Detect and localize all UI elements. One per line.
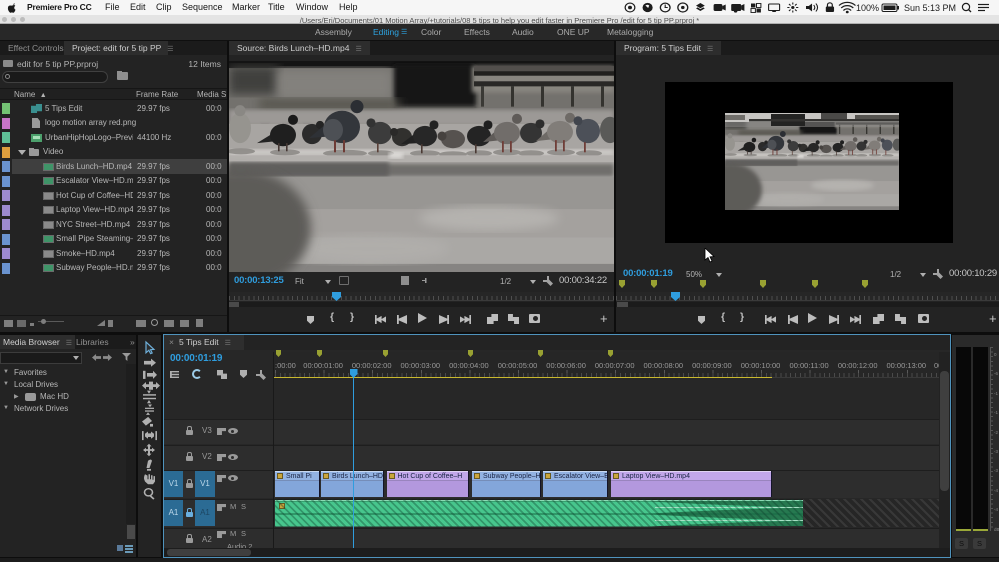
svg-text:Sun 5:13 PM: Sun 5:13 PM [904,3,956,13]
svg-text:100%: 100% [856,3,879,13]
